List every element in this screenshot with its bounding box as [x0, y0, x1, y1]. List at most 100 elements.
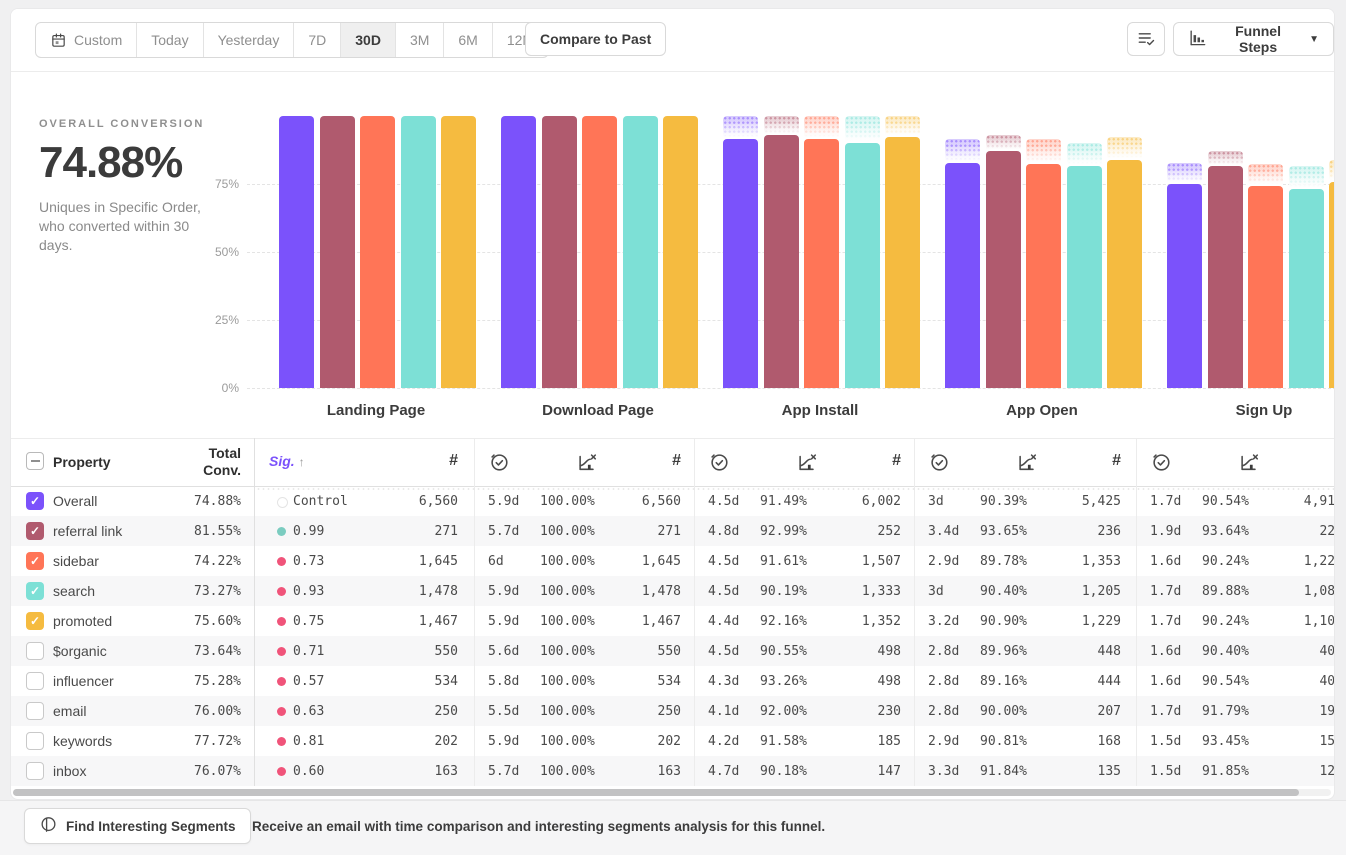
date-range-label: Yesterday: [218, 32, 280, 48]
step-count: 6,002: [791, 494, 901, 509]
funnel-bar-referral-link-3[interactable]: [986, 151, 1021, 388]
step-conversion-rate: 91.85%: [1202, 764, 1249, 779]
compare-to-past-button[interactable]: Compare to Past: [525, 22, 666, 56]
row-checkbox-referral-link[interactable]: ✓: [26, 522, 44, 540]
date-range-7d[interactable]: 7D: [294, 23, 341, 57]
step-count: 5,425: [1011, 494, 1121, 509]
step-count-clipped: 1,22: [1304, 554, 1335, 569]
step-count: 168: [1011, 734, 1121, 749]
date-range-custom[interactable]: Custom: [36, 23, 137, 57]
funnel-bar-promoted-3[interactable]: [1107, 160, 1142, 388]
funnel-bar-sidebar-2[interactable]: [804, 139, 839, 388]
step-conversion-rate: 91.79%: [1202, 704, 1249, 719]
funnel-bar-referral-link-0[interactable]: [320, 116, 355, 388]
date-range-6m[interactable]: 6M: [444, 23, 492, 57]
gridline-0: [247, 388, 1335, 389]
step-time-to-convert: 5.5d: [488, 704, 519, 719]
find-interesting-segments-button[interactable]: Find Interesting Segments: [24, 808, 251, 844]
funnel-bar-Overall-4[interactable]: [1167, 184, 1202, 388]
row-checkbox-email[interactable]: [26, 702, 44, 720]
count-column-header[interactable]: #: [1031, 452, 1121, 470]
funnel-step-label-2: Download Page: [487, 402, 709, 419]
total-conversion-value: 75.28%: [161, 674, 241, 689]
total-conversion-value: 77.72%: [161, 734, 241, 749]
date-range-30d[interactable]: 30D: [341, 23, 396, 57]
funnel-bar-sidebar-4[interactable]: [1248, 186, 1283, 388]
funnel-bar-promoted-1[interactable]: [663, 116, 698, 388]
funnel-bar-sidebar-0[interactable]: [360, 116, 395, 388]
step-count: 202: [571, 734, 681, 749]
step-time-to-convert: 2.8d: [928, 644, 959, 659]
step-time-to-convert: 4.5d: [708, 494, 739, 509]
funnel-bar-referral-link-1[interactable]: [542, 116, 577, 388]
row-checkbox-inbox[interactable]: [26, 762, 44, 780]
sig-value: 0.93: [293, 584, 324, 599]
funnel-bar-Overall-0[interactable]: [279, 116, 314, 388]
date-range-yesterday[interactable]: Yesterday: [204, 23, 295, 57]
funnel-bar-dropoff-referral-link-2: [764, 116, 799, 135]
funnel-bar-promoted-4[interactable]: [1329, 182, 1335, 388]
count-column-header[interactable]: #: [591, 452, 681, 470]
funnel-bar-search-2[interactable]: [845, 143, 880, 388]
funnel-bar-search-4[interactable]: [1289, 189, 1324, 388]
time-to-convert-icon[interactable]: [1150, 451, 1172, 473]
step-time-to-convert: 1.7d: [1150, 704, 1181, 719]
summary-title: OVERALL CONVERSION: [39, 118, 219, 130]
step-count: 6,560: [571, 494, 681, 509]
time-to-convert-icon[interactable]: [928, 451, 950, 473]
count-column-header-0[interactable]: #: [368, 452, 458, 470]
step-time-to-convert: 5.9d: [488, 614, 519, 629]
row-checkbox-keywords[interactable]: [26, 732, 44, 750]
funnel-bar-search-1[interactable]: [623, 116, 658, 388]
funnel-bar-promoted-2[interactable]: [885, 137, 920, 388]
step-count-clipped: 1,10: [1304, 614, 1335, 629]
property-column-header: Property: [53, 454, 111, 470]
total-conversion-value: 73.64%: [161, 644, 241, 659]
funnel-step-label-5: Sign Up: [1153, 402, 1335, 419]
funnel-bar-Overall-2[interactable]: [723, 139, 758, 388]
view-selector-button[interactable]: Funnel Steps ▼: [1173, 22, 1334, 56]
funnel-bar-search-3[interactable]: [1067, 166, 1102, 388]
step-count: 534: [348, 674, 458, 689]
funnel-bar-search-0[interactable]: [401, 116, 436, 388]
funnel-bar-promoted-0[interactable]: [441, 116, 476, 388]
funnel-bar-dropoff-promoted-2: [885, 116, 920, 137]
step-time-to-convert: 6d: [488, 554, 504, 569]
row-checkbox-search[interactable]: ✓: [26, 582, 44, 600]
y-axis-tick-label: 50%: [199, 245, 239, 259]
funnel-bar-referral-link-4[interactable]: [1208, 166, 1243, 388]
step-count: 498: [791, 644, 901, 659]
step-time-to-convert: 4.5d: [708, 644, 739, 659]
step-count: 1,467: [348, 614, 458, 629]
step-time-to-convert: 4.8d: [708, 524, 739, 539]
edit-columns-button[interactable]: [1127, 22, 1165, 56]
property-name: Overall: [53, 493, 97, 509]
step-time-to-convert: 5.8d: [488, 674, 519, 689]
horizontal-scrollbar-thumb[interactable]: [13, 789, 1299, 796]
funnel-bar-Overall-3[interactable]: [945, 163, 980, 388]
funnel-bar-sidebar-3[interactable]: [1026, 164, 1061, 388]
date-range-3m[interactable]: 3M: [396, 23, 444, 57]
funnel-bar-Overall-1[interactable]: [501, 116, 536, 388]
date-range-today[interactable]: Today: [137, 23, 203, 57]
step-count: 498: [791, 674, 901, 689]
row-checkbox-Overall[interactable]: ✓: [26, 492, 44, 510]
row-checkbox-sidebar[interactable]: ✓: [26, 552, 44, 570]
step-count: 1,352: [791, 614, 901, 629]
count-column-header[interactable]: #: [811, 452, 901, 470]
step-time-to-convert: 5.6d: [488, 644, 519, 659]
funnel-bar-sidebar-1[interactable]: [582, 116, 617, 388]
step-time-to-convert: 3.4d: [928, 524, 959, 539]
row-checkbox-promoted[interactable]: ✓: [26, 612, 44, 630]
funnel-bar-referral-link-2[interactable]: [764, 135, 799, 388]
time-to-convert-icon[interactable]: [488, 451, 510, 473]
property-name: sidebar: [53, 553, 99, 569]
step-conversion-rate: 90.24%: [1202, 614, 1249, 629]
time-to-convert-icon[interactable]: [708, 451, 730, 473]
row-checkbox-influencer[interactable]: [26, 672, 44, 690]
select-all-checkbox[interactable]: [26, 452, 44, 470]
row-checkbox-$organic[interactable]: [26, 642, 44, 660]
step-count: 1,229: [1011, 614, 1121, 629]
count-column-header[interactable]: #: [1253, 452, 1335, 470]
sig-column-header[interactable]: Sig. ↑: [269, 453, 305, 471]
